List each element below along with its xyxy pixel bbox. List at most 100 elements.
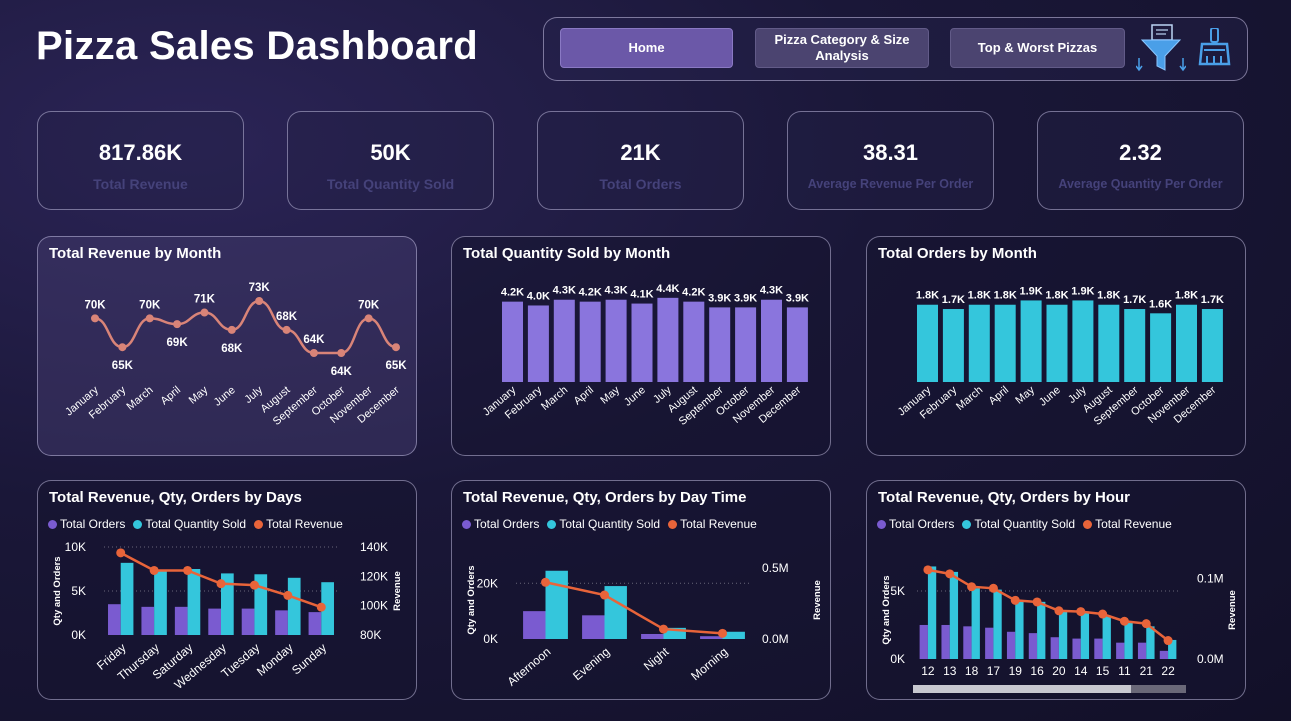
y-tick-label: 10K: [65, 540, 86, 554]
kpi-label: Average Quantity Per Order: [1058, 177, 1223, 191]
x-tick-label: June: [1037, 384, 1063, 409]
filter-funnel-icon[interactable]: [1135, 24, 1187, 79]
x-tick-label: 12: [921, 664, 935, 678]
y-tick-label: 0K: [890, 652, 905, 666]
data-label: 4.3K: [760, 285, 783, 297]
kpi-total-quantity: 50K Total Quantity Sold: [287, 111, 494, 210]
data-label: 70K: [84, 299, 106, 311]
bar: [527, 305, 549, 382]
data-label: 1.8K: [916, 290, 939, 302]
revenue-point: [1076, 607, 1086, 617]
bar-quantity: [154, 569, 167, 635]
bar: [553, 299, 575, 382]
kpi-value: 50K: [370, 140, 411, 165]
bar-quantity: [1037, 601, 1046, 659]
data-point: [392, 343, 400, 352]
data-label: 64K: [303, 334, 325, 346]
x-tick-label: Monday: [254, 641, 296, 679]
bar-quantity: [287, 577, 301, 635]
bar: [917, 304, 938, 382]
x-tick-label: May: [187, 384, 211, 407]
kpi-label: Total Quantity Sold: [326, 176, 455, 192]
data-label: 4.3K: [604, 285, 627, 297]
top-worst-button[interactable]: Top & Worst Pizzas: [950, 28, 1125, 68]
data-point: [145, 314, 154, 323]
bar-orders: [582, 615, 605, 639]
y2-tick-label: 100K: [360, 599, 388, 613]
bar-orders: [1159, 650, 1169, 659]
eraser-broom-icon[interactable]: [1198, 27, 1232, 73]
kpi-total-revenue: 817.86K Total Revenue: [37, 111, 244, 210]
data-label: 1.6K: [1149, 298, 1172, 310]
revenue-point: [149, 565, 159, 575]
home-button[interactable]: Home: [560, 28, 733, 68]
revenue-point: [718, 628, 727, 638]
y2-tick-label: 0.5M: [762, 561, 789, 575]
data-label: 68K: [276, 311, 298, 323]
revenue-point: [249, 580, 259, 590]
daytime-combo-svg: Qty and Orders Revenue 0K 20K 0.0M 0.5M Aftern…: [466, 561, 823, 689]
data-label: 1.7K: [1123, 294, 1146, 306]
bar: [683, 301, 705, 382]
x-tick-label: Morning: [688, 645, 730, 684]
chart-by-hour[interactable]: Total Revenue, Qty, Orders by Hour Total…: [866, 480, 1246, 700]
kpi-total-orders: 21K Total Orders: [537, 111, 744, 210]
bar-orders: [700, 636, 723, 639]
data-label: 1.8K: [994, 290, 1017, 302]
bar-orders: [641, 633, 664, 639]
days-combo-svg: Qty and Orders Revenue 0K 5K 10K 80K 100K 120K 1…: [52, 540, 403, 692]
data-label: 65K: [112, 360, 134, 372]
kpi-avg-revenue-per-order: 38.31 Average Revenue Per Order: [787, 111, 994, 210]
bar: [761, 299, 782, 382]
dashboard-root: Pizza Sales Dashboard Home Pizza Categor…: [0, 0, 1291, 721]
bar: [1072, 300, 1094, 382]
x-tick-label: 21: [1140, 664, 1154, 678]
data-point: [91, 314, 99, 323]
chart-orders-by-month[interactable]: Total Orders by Month 1.8K 1.7K 1.8K 1.8K 1.…: [866, 236, 1246, 456]
y-tick-label: 0K: [71, 628, 86, 642]
bar-quantity: [187, 569, 201, 635]
bar-quantity: [1102, 615, 1111, 659]
bar-orders: [1116, 642, 1125, 659]
bar-quantity: [949, 571, 959, 659]
data-label: 71K: [194, 294, 216, 306]
bar: [657, 297, 679, 382]
revenue-line: [545, 581, 723, 635]
bar: [1124, 309, 1146, 382]
x-tick-label: 18: [965, 664, 979, 678]
bar: [631, 303, 653, 382]
x-tick-label: May: [598, 384, 622, 407]
bar: [786, 307, 808, 382]
data-point: [255, 297, 264, 305]
bar: [994, 304, 1016, 382]
data-label: 1.8K: [968, 290, 991, 302]
bar-orders: [523, 611, 546, 639]
hour-combo-svg: Qty and Orders Revenue0K5K0.0M0.1M12 13 18 1…: [881, 565, 1238, 693]
bar: [1176, 304, 1197, 382]
x-tick-label: April: [987, 384, 1012, 407]
chart-by-day-time[interactable]: Total Revenue, Qty, Orders by Day Time T…: [451, 480, 831, 700]
bar-orders: [1006, 631, 1016, 659]
bar-quantity: [1058, 611, 1068, 659]
x-tick-label: 14: [1074, 664, 1088, 678]
x-tick-label: June: [622, 384, 648, 409]
chart-quantity-by-month[interactable]: Total Quantity Sold by Month 4.2K 4.0K 4.3…: [451, 236, 831, 456]
data-point: [200, 308, 209, 317]
chart-revenue-by-month[interactable]: Total Revenue by Month 70K 65K 70K 69K 71K 68…: [37, 236, 417, 456]
bar-orders: [1050, 637, 1059, 659]
bar-quantity: [927, 566, 937, 659]
revenue-point: [659, 624, 668, 634]
data-label: 4.0K: [527, 290, 550, 302]
bar: [735, 307, 757, 382]
category-size-button[interactable]: Pizza Category & Size Analysis: [755, 28, 929, 68]
data-label: 3.9K: [786, 292, 809, 304]
revenue-point: [183, 565, 193, 575]
bar-orders: [308, 612, 322, 635]
bar-orders: [963, 626, 972, 659]
bar-quantity: [1080, 611, 1090, 659]
y-axis-title: Qty and Orders: [52, 556, 63, 625]
chart-by-days[interactable]: Total Revenue, Qty, Orders by Days Total…: [37, 480, 417, 700]
y2-tick-label: 120K: [360, 569, 388, 583]
y2-tick-label: 0.0M: [762, 632, 789, 646]
data-point: [118, 343, 127, 352]
